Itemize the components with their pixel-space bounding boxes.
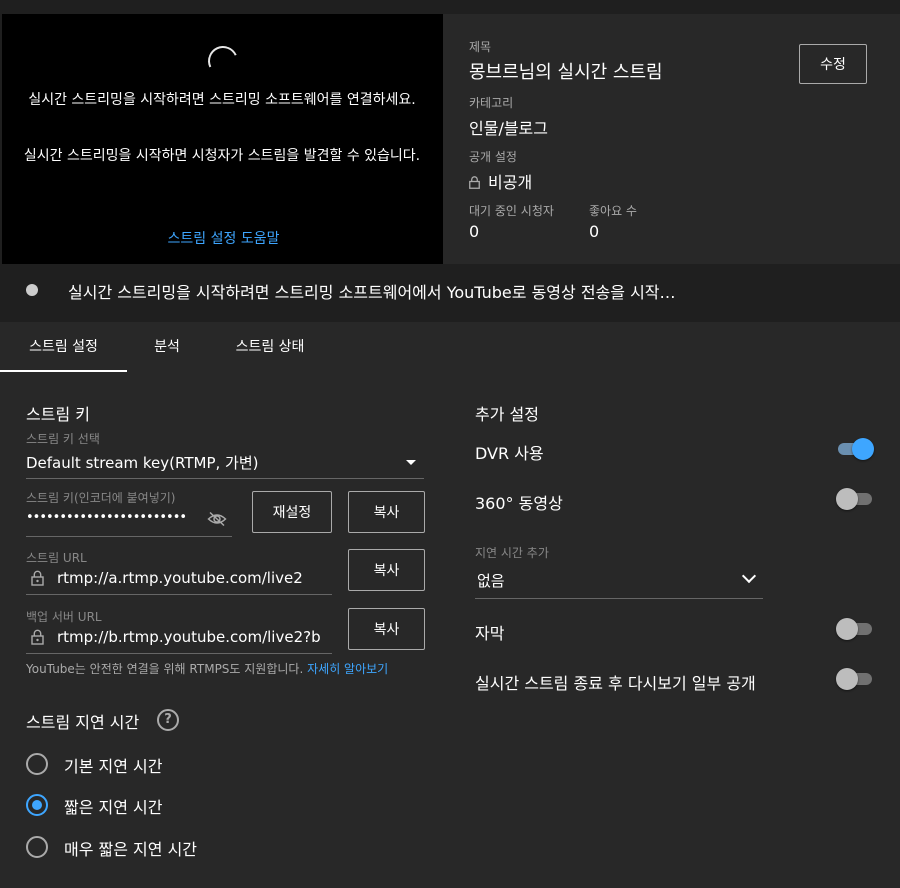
stream-info-panel: 제목 몽브르님의 실시간 스트림 수정 카테고리 인물/블로그 공개 설정 비공…	[443, 14, 900, 264]
preview-message-connect: 실시간 스트리밍을 시작하려면 스트리밍 소프트웨어를 연결하세요.	[28, 92, 416, 108]
stream-key-select[interactable]: Default stream key(RTMP, 가변)	[26, 448, 424, 478]
additional-settings-title: 추가 설정	[475, 405, 539, 424]
tab-stream-health[interactable]: 스트림 상태	[207, 322, 333, 372]
status-banner: 실시간 스트리밍을 시작하려면 스트리밍 소프트웨어에서 YouTube로 동영…	[0, 264, 900, 320]
stream-key-underline	[26, 536, 232, 537]
stream-url-value[interactable]: rtmp://a.rtmp.youtube.com/live2	[57, 569, 329, 587]
copy-backup-url-button[interactable]: 복사	[348, 608, 425, 650]
lock-icon	[31, 570, 44, 586]
captions-toggle[interactable]	[836, 618, 874, 640]
backup-url-value[interactable]: rtmp://b.rtmp.youtube.com/live2?b	[57, 628, 329, 646]
latency-section-title: 스트림 지연 시간	[26, 713, 140, 732]
waiting-viewers-value: 0	[469, 222, 480, 241]
unlisted-replay-toggle[interactable]	[836, 668, 874, 690]
video-360-label: 360° 동영상	[475, 494, 563, 513]
stream-setup-help-link[interactable]: 스트림 설정 도움말	[2, 228, 445, 248]
status-banner-text: 실시간 스트리밍을 시작하려면 스트리밍 소프트웨어에서 YouTube로 동영…	[68, 283, 676, 302]
stream-key-select-value: Default stream key(RTMP, 가변)	[26, 454, 259, 472]
stream-settings-panel: 스트림 키 스트림 키 선택 Default stream key(RTMP, …	[0, 372, 900, 888]
copy-url-button[interactable]: 복사	[348, 549, 425, 591]
delay-label: 지연 시간 추가	[475, 546, 549, 560]
likes-label: 좋아요 수	[589, 204, 637, 218]
loading-spinner-icon	[203, 41, 243, 81]
stream-key-section-title: 스트림 키	[26, 405, 90, 424]
lock-icon	[469, 174, 480, 189]
delay-select-value: 없음	[477, 572, 505, 590]
stream-key-value: ••••••••••••••••••••••••	[26, 510, 187, 525]
tab-stream-settings[interactable]: 스트림 설정	[0, 322, 127, 372]
delay-select-underline	[475, 598, 763, 599]
radio-ultra-low-latency-label[interactable]: 매우 짧은 지연 시간	[64, 836, 197, 860]
waiting-viewers-label: 대기 중인 시청자	[469, 204, 554, 218]
visibility-value-row: 비공개	[469, 169, 532, 193]
stream-title: 몽브르님의 실시간 스트림	[469, 62, 663, 83]
edit-button[interactable]: 수정	[799, 44, 867, 84]
visibility-label: 공개 설정	[469, 150, 517, 164]
status-dot-icon	[26, 284, 38, 296]
stream-url-label: 스트림 URL	[26, 551, 87, 565]
lock-icon	[31, 629, 44, 645]
help-icon[interactable]: ?	[157, 709, 179, 731]
title-label: 제목	[469, 40, 492, 54]
delay-select[interactable]: 없음	[475, 565, 763, 597]
radio-ultra-low-latency[interactable]	[26, 836, 48, 858]
radio-low-latency[interactable]	[26, 794, 48, 816]
radio-low-latency-label[interactable]: 짧은 지연 시간	[64, 794, 163, 818]
reset-key-button[interactable]: 재설정	[252, 491, 332, 533]
radio-normal-latency-label[interactable]: 기본 지연 시간	[64, 753, 163, 777]
tab-analytics[interactable]: 분석	[127, 322, 207, 372]
visibility-off-icon[interactable]	[207, 511, 227, 527]
radio-normal-latency[interactable]	[26, 753, 48, 775]
tab-bar: 스트림 설정 분석 스트림 상태	[0, 322, 900, 372]
stream-key-select-label: 스트림 키 선택	[26, 432, 100, 446]
rtmps-note: YouTube는 안전한 연결을 위해 RTMPS도 지원합니다. 자세히 알아…	[26, 660, 388, 677]
category-label: 카테고리	[469, 96, 514, 110]
stream-key-label: 스트림 키(인코더에 붙여넣기)	[26, 491, 176, 505]
stream-key-select-underline	[26, 478, 424, 479]
visibility-value: 비공개	[488, 173, 533, 192]
copy-key-button[interactable]: 복사	[348, 491, 425, 533]
stream-url-underline	[26, 594, 332, 595]
dvr-label: DVR 사용	[475, 444, 544, 463]
backup-url-underline	[26, 653, 332, 654]
dropdown-caret-icon	[406, 460, 416, 465]
captions-label: 자막	[475, 624, 505, 643]
rtmps-note-text: YouTube는 안전한 연결을 위해 RTMPS도 지원합니다.	[26, 662, 308, 676]
top-band	[0, 0, 900, 14]
dvr-toggle[interactable]	[836, 438, 874, 460]
video-360-toggle[interactable]	[836, 488, 874, 510]
stream-key-field[interactable]: ••••••••••••••••••••••••	[26, 506, 232, 536]
chevron-down-icon	[741, 568, 757, 584]
learn-more-link[interactable]: 자세히 알아보기	[307, 662, 388, 676]
likes-value: 0	[589, 222, 600, 241]
unlisted-replay-label: 실시간 스트림 종료 후 다시보기 일부 공개	[475, 674, 756, 693]
backup-url-label: 백업 서버 URL	[26, 610, 102, 624]
category-value: 인물/블로그	[469, 119, 548, 138]
preview-message-discover: 실시간 스트리밍을 시작하면 시청자가 스트림을 발견할 수 있습니다.	[23, 148, 421, 164]
stream-preview: 실시간 스트리밍을 시작하려면 스트리밍 소프트웨어를 연결하세요. 실시간 스…	[2, 14, 443, 264]
